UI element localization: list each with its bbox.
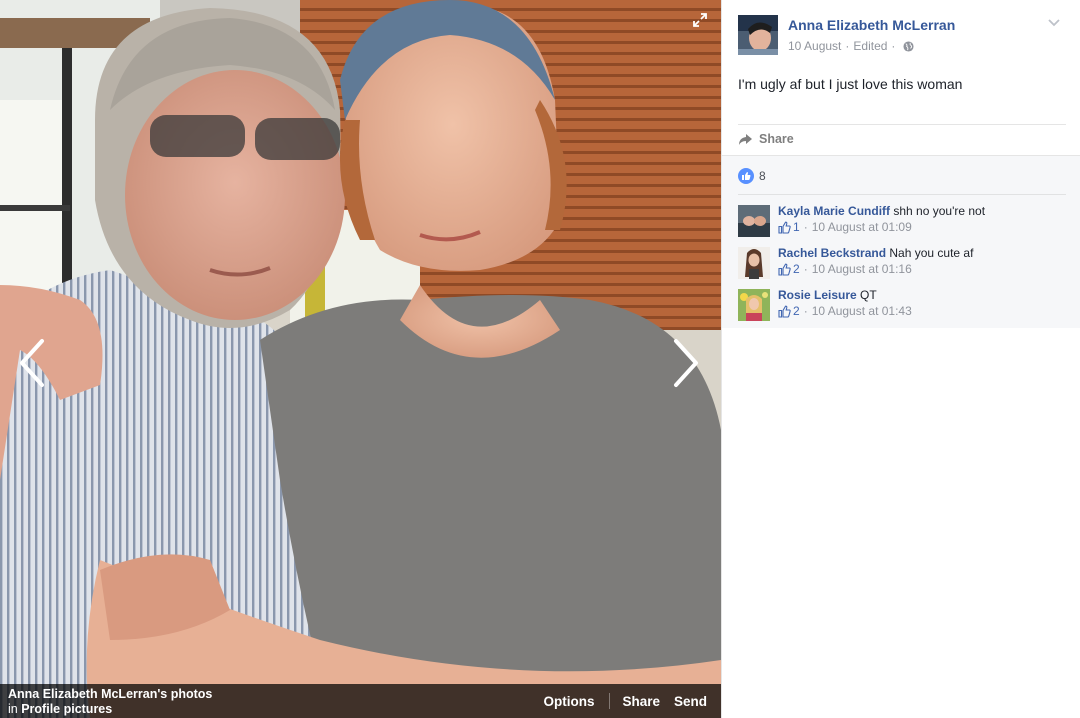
album-owner-title[interactable]: Anna Elizabeth McLerran's photos: [8, 687, 212, 702]
meta-separator: ·: [845, 39, 850, 53]
comment-item: Rachel Beckstrand Nah you cute af 2 · 10…: [738, 243, 1068, 279]
commenter-avatar-image: [738, 205, 770, 237]
chevron-left-icon: [20, 339, 44, 387]
comment-meta: 2 · 10 August at 01:43: [778, 304, 912, 318]
thumbs-up-icon[interactable]: [778, 305, 791, 318]
photo-viewer: Anna Elizabeth McLerran's photos in Prof…: [0, 0, 721, 718]
author-avatar-image: [738, 15, 778, 55]
divider: [738, 124, 1066, 125]
comment-text: shh no you're not: [893, 204, 986, 218]
send-button[interactable]: Send: [674, 694, 707, 709]
comment-body: Rachel Beckstrand Nah you cute af: [778, 245, 973, 261]
next-photo-button[interactable]: [666, 335, 706, 391]
commenter-avatar[interactable]: [738, 247, 770, 279]
actions-divider: [609, 693, 611, 709]
comment-meta: 1 · 10 August at 01:09: [778, 220, 912, 234]
photo: [0, 0, 721, 718]
chevron-down-icon[interactable]: [1047, 17, 1061, 29]
comments-section: 8 Kayla Marie Cundiff shh no you're not: [722, 155, 1080, 328]
comment-item: Rosie Leisure QT 2 · 10 August at 01:43: [738, 285, 1068, 321]
like-reaction-icon: [738, 168, 754, 184]
commenter-name[interactable]: Rachel Beckstrand: [778, 246, 886, 260]
comment-text: QT: [860, 288, 877, 302]
commenter-name[interactable]: Rosie Leisure: [778, 288, 857, 302]
comment-item: Kayla Marie Cundiff shh no you're not 1 …: [738, 201, 1068, 237]
meta-separator: ·: [803, 220, 808, 234]
edited-label[interactable]: Edited: [853, 39, 887, 53]
thumbs-up-icon[interactable]: [778, 263, 791, 276]
thumbs-up-icon[interactable]: [778, 221, 791, 234]
album-in-label: in: [8, 702, 18, 716]
album-link[interactable]: Profile pictures: [21, 702, 112, 716]
photo-caption-bar: Anna Elizabeth McLerran's photos in Prof…: [0, 684, 721, 718]
commenter-avatar-image: [738, 247, 770, 279]
comment-timestamp[interactable]: 10 August at 01:16: [812, 262, 912, 276]
meta-separator: ·: [891, 39, 896, 53]
comment-like-count: 1: [793, 220, 800, 234]
comment-timestamp[interactable]: 10 August at 01:43: [812, 304, 912, 318]
comment-body: Kayla Marie Cundiff shh no you're not: [778, 203, 985, 219]
previous-photo-button[interactable]: [12, 335, 52, 391]
globe-icon[interactable]: [903, 40, 914, 52]
post-sidebar: Anna Elizabeth McLerran 10 August · Edit…: [721, 0, 1080, 718]
share-post-button[interactable]: Share: [738, 132, 794, 146]
like-count: 8: [759, 169, 766, 183]
post-meta: 10 August · Edited ·: [788, 39, 914, 53]
post-text: I'm ugly af but I just love this woman: [738, 76, 963, 92]
comment-like-count: 2: [793, 262, 800, 276]
comment-like-count: 2: [793, 304, 800, 318]
comment-timestamp[interactable]: 10 August at 01:09: [812, 220, 912, 234]
likes-summary[interactable]: 8: [738, 168, 766, 184]
expand-button[interactable]: [690, 10, 710, 30]
comment-body: Rosie Leisure QT: [778, 287, 877, 303]
post-date-link[interactable]: 10 August: [788, 39, 841, 53]
share-photo-button[interactable]: Share: [622, 694, 660, 709]
commenter-avatar[interactable]: [738, 205, 770, 237]
comment-meta: 2 · 10 August at 01:16: [778, 262, 912, 276]
commenter-avatar[interactable]: [738, 289, 770, 321]
meta-separator: ·: [803, 304, 808, 318]
divider: [738, 194, 1066, 195]
expand-icon: [693, 13, 707, 27]
chevron-right-icon: [674, 339, 698, 387]
photo-actions: Options Share Send: [543, 693, 707, 709]
comment-text: Nah you cute af: [889, 246, 974, 260]
album-line: in Profile pictures: [8, 702, 112, 717]
options-button[interactable]: Options: [543, 694, 594, 709]
share-label: Share: [759, 132, 794, 146]
post-author-link[interactable]: Anna Elizabeth McLerran: [788, 17, 955, 33]
commenter-name[interactable]: Kayla Marie Cundiff: [778, 204, 890, 218]
share-arrow-icon: [739, 133, 752, 145]
meta-separator: ·: [803, 262, 808, 276]
author-avatar[interactable]: [738, 15, 778, 55]
commenter-avatar-image: [738, 289, 770, 321]
